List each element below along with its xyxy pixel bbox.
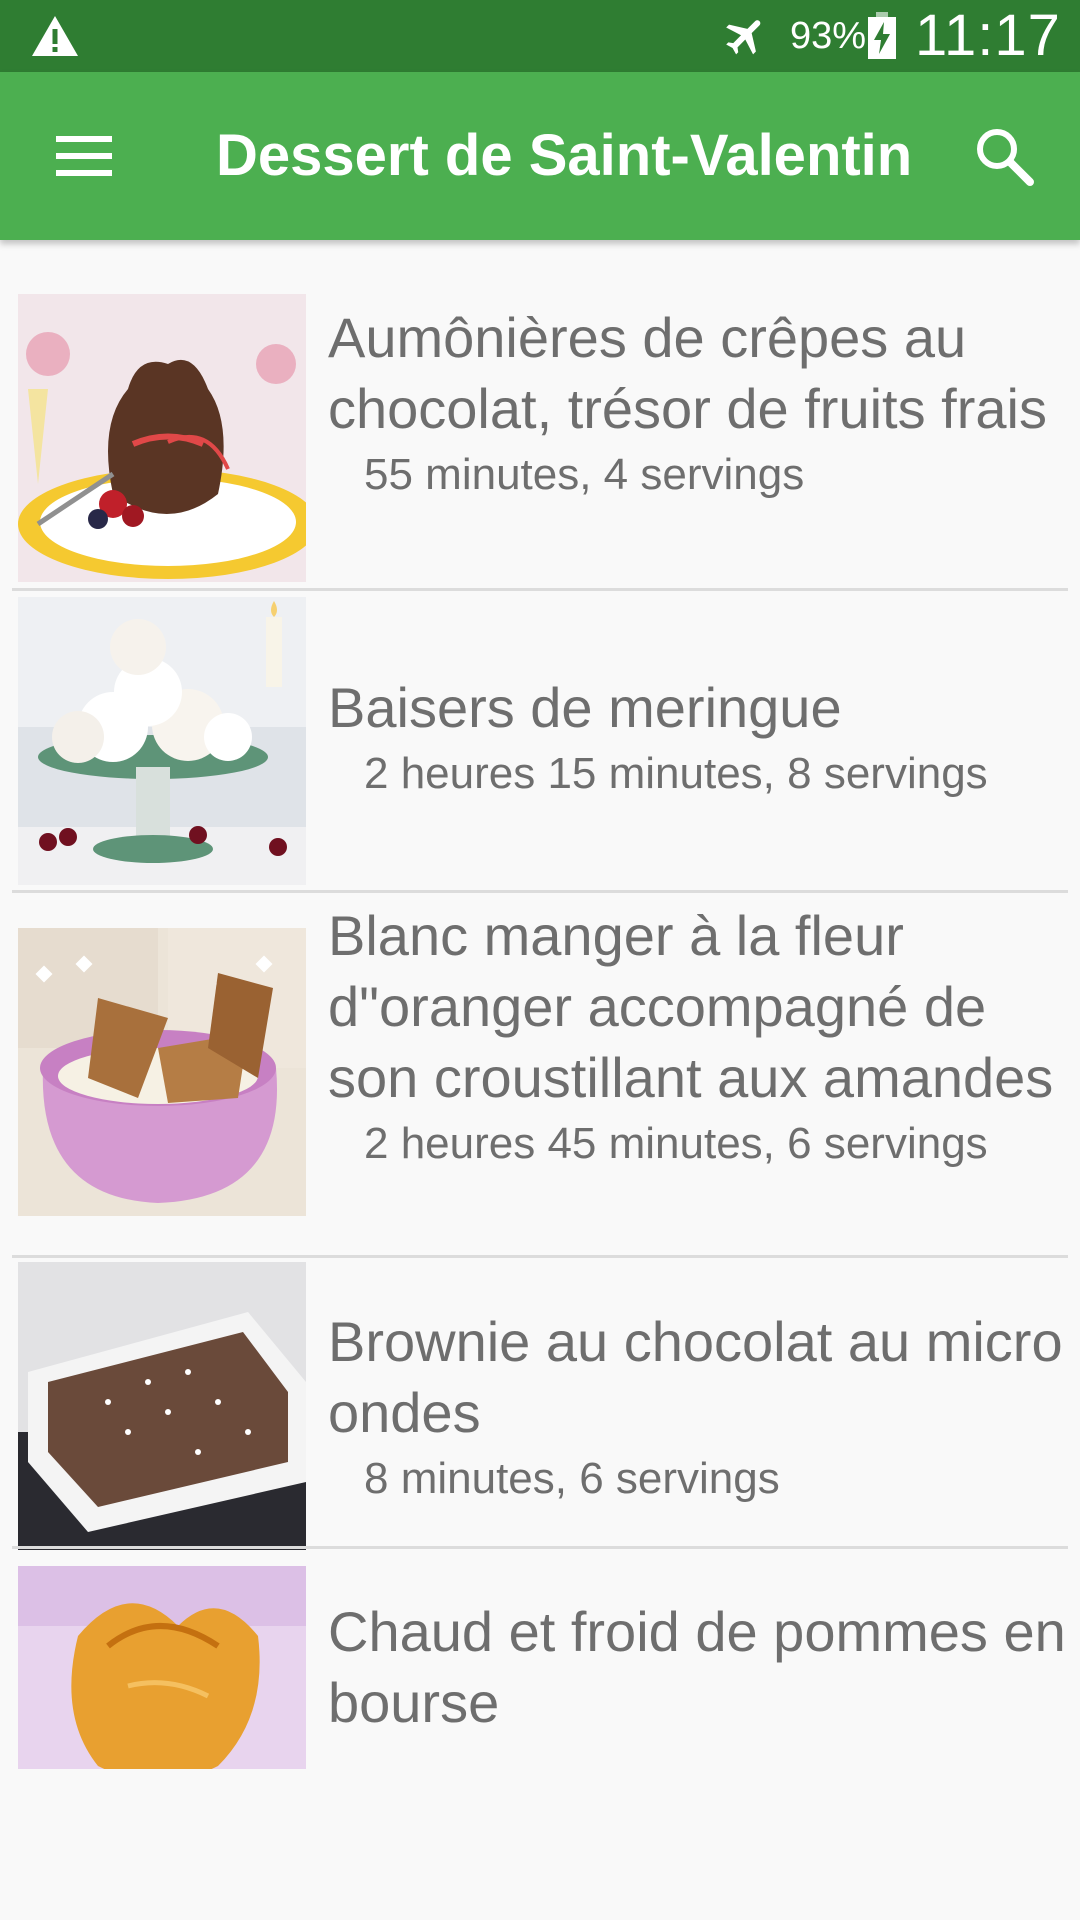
recipe-thumbnail xyxy=(18,1262,306,1550)
recipe-thumbnail xyxy=(18,928,306,1216)
app-bar: Dessert de Saint-Valentin xyxy=(0,72,1080,240)
warning-icon xyxy=(32,16,78,56)
search-icon[interactable] xyxy=(962,114,1046,198)
list-divider xyxy=(12,1546,1068,1549)
status-time: 11:17 xyxy=(915,3,1061,68)
hamburger-menu-icon[interactable] xyxy=(40,112,128,200)
recipe-list-item[interactable]: Chaud et froid de pommes en bourse xyxy=(0,1558,1080,1769)
battery-charging-icon xyxy=(868,12,896,59)
recipe-meta: 8 minutes, 6 servings xyxy=(364,1454,780,1503)
list-divider xyxy=(12,890,1068,893)
recipe-title: Brownie au chocolat au micro ondes xyxy=(328,1310,1063,1444)
recipe-title: Chaud et froid de pommes en bourse xyxy=(328,1600,1066,1734)
recipe-list: Aumônières de crêpes au chocolat, trésor… xyxy=(0,292,1080,1769)
recipe-list-item[interactable]: Baisers de meringue 2 heures 15 minutes,… xyxy=(0,592,1080,894)
recipe-title: Blanc manger à la fleur d"oranger accomp… xyxy=(328,904,1054,1109)
recipe-list-item[interactable]: Blanc manger à la fleur d"oranger accomp… xyxy=(0,894,1080,1258)
recipe-meta: 2 heures 45 minutes, 6 servings xyxy=(364,1119,988,1168)
app-title: Dessert de Saint-Valentin xyxy=(216,123,913,188)
status-bar: 93% 11:17 xyxy=(0,0,1080,72)
recipe-list-item[interactable]: Brownie au chocolat au micro ondes 8 min… xyxy=(0,1258,1080,1560)
recipe-list-item[interactable]: Aumônières de crêpes au chocolat, trésor… xyxy=(0,292,1080,592)
recipe-title: Baisers de meringue xyxy=(328,676,842,739)
list-divider xyxy=(12,588,1068,591)
recipe-title: Aumônières de crêpes au chocolat, trésor… xyxy=(328,306,1047,440)
battery-percent: 93% xyxy=(790,15,867,57)
recipe-thumbnail xyxy=(18,597,306,885)
recipe-meta: 55 minutes, 4 servings xyxy=(364,450,805,499)
recipe-thumbnail xyxy=(18,294,306,582)
recipe-meta: 2 heures 15 minutes, 8 servings xyxy=(364,749,988,798)
airplane-mode-icon xyxy=(726,20,761,55)
recipe-thumbnail xyxy=(18,1566,306,1769)
